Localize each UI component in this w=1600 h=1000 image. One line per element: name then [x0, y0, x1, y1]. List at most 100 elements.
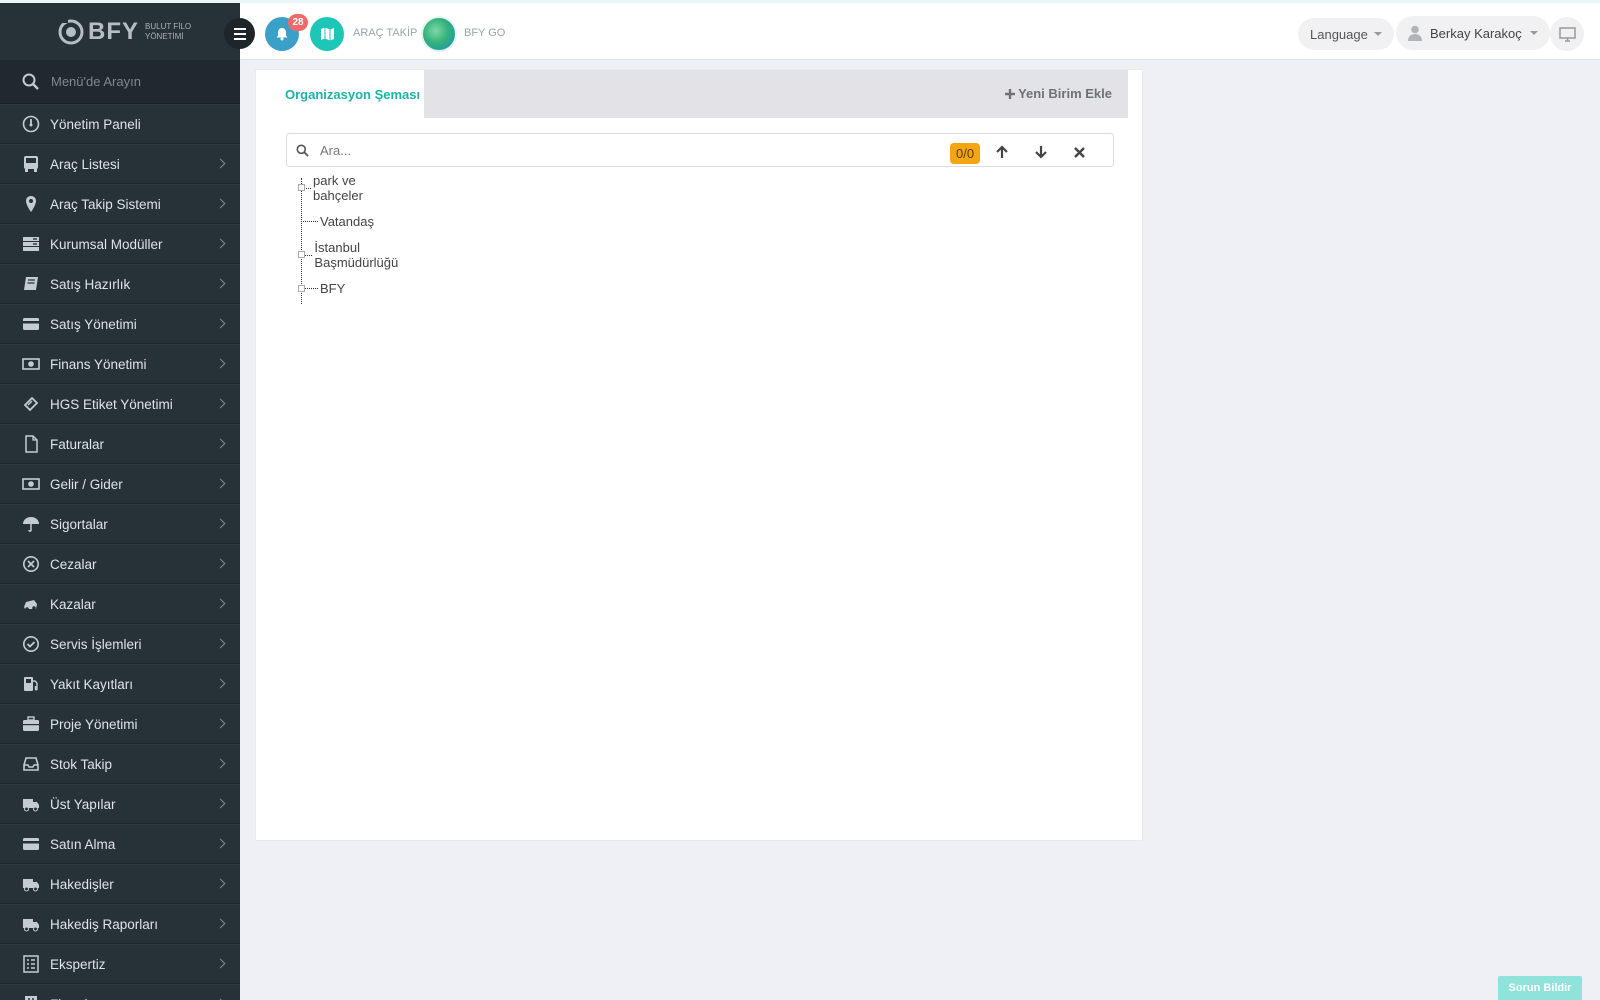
brand-logo[interactable]: BFY BULUT FİLO YÖNETİMİ [58, 17, 191, 47]
sidebar-item-faturalar[interactable]: Faturalar [0, 424, 240, 464]
brand-subtitle-line2: YÖNETİMİ [145, 32, 184, 41]
top-bar: BFY BULUT FİLO YÖNETİMİ 28 ARAÇ TAKİP BF… [0, 0, 1600, 63]
chevron-down-icon [1529, 31, 1538, 35]
chevron-right-icon [215, 318, 226, 329]
file-icon [21, 434, 41, 454]
sidebar-item-label: Faturalar [50, 436, 105, 452]
previous-match-button[interactable] [991, 141, 1013, 163]
report-issue-button[interactable]: Sorun Bildir [1498, 976, 1582, 1000]
tab-organization-chart[interactable]: Organizasyon Şeması [256, 70, 424, 118]
menu-search[interactable]: Menü'de Arayın [0, 60, 240, 104]
truck-icon [21, 914, 41, 934]
ticket-icon [21, 394, 41, 414]
vehicle-tracking-button[interactable] [310, 17, 344, 51]
sidebar-item-label: HGS Etiket Yönetimi [50, 396, 173, 412]
next-match-button[interactable] [1030, 141, 1052, 163]
sidebar-item-yakıt-kayıtları[interactable]: Yakıt Kayıtları [0, 664, 240, 704]
map-icon [320, 27, 334, 41]
fullscreen-button[interactable] [1550, 17, 1584, 51]
add-unit-label: Yeni Birim Ekle [1018, 86, 1112, 101]
sidebar: Menü'de Arayın Yönetim Paneli Araç Listes… [0, 60, 240, 1000]
chevron-right-icon [215, 198, 226, 209]
bfy-go-link[interactable]: BFY GO [464, 27, 505, 39]
expand-toggle-icon[interactable] [298, 251, 305, 258]
vehicle-tracking-link[interactable]: ARAÇ TAKİP [353, 27, 417, 39]
chevron-down-icon [1373, 32, 1382, 36]
sidebar-item-firmalar[interactable]: Firmalar [0, 984, 240, 1000]
sidebar-item-sigortalar[interactable]: Sigortalar [0, 504, 240, 544]
expand-toggle-icon[interactable] [298, 184, 305, 191]
arrow-up-icon [996, 145, 1008, 158]
server-icon [21, 234, 41, 254]
sidebar-item-kurumsal-modüller[interactable]: Kurumsal Modüller [0, 224, 240, 264]
sidebar-item-proje-yönetimi[interactable]: Proje Yönetimi [0, 704, 240, 744]
tree-node[interactable]: BFY [298, 279, 345, 299]
sidebar-item-stok-takip[interactable]: Stok Takip [0, 744, 240, 784]
add-unit-button[interactable]: Yeni Birim Ekle [1005, 86, 1112, 101]
sidebar-item-kazalar[interactable]: Kazalar [0, 584, 240, 624]
sidebar-item-araç-listesi[interactable]: Araç Listesi [0, 144, 240, 184]
sidebar-item-yönetim-paneli[interactable]: Yönetim Paneli [0, 104, 240, 144]
sidebar-item-label: Servis İşlemleri [50, 636, 142, 652]
match-count-badge: 0/0 [950, 143, 981, 164]
truck-icon [21, 794, 41, 814]
sidebar-item-label: Kurumsal Modüller [50, 236, 163, 252]
brand-subtitle-line1: BULUT FİLO [145, 22, 192, 31]
tree-branch-line [301, 221, 318, 222]
chevron-right-icon [215, 398, 226, 409]
tree-node[interactable]: Vatandaş [301, 212, 374, 232]
chevron-right-icon [215, 438, 226, 449]
sidebar-item-label: Satış Yönetimi [50, 316, 137, 332]
tree-node-label: park ve bahçeler [313, 173, 363, 203]
dashboard-icon [21, 114, 41, 134]
map-marker-icon [21, 194, 41, 214]
sidebar-item-label: Sigortalar [50, 516, 108, 532]
sidebar-item-label: Yönetim Paneli [50, 116, 141, 132]
chevron-right-icon [215, 358, 226, 369]
chevron-right-icon [215, 518, 226, 529]
sidebar-item-satış-hazırlık[interactable]: Satış Hazırlık [0, 264, 240, 304]
sidebar-item-cezalar[interactable]: Cezalar [0, 544, 240, 584]
bell-icon [276, 28, 288, 41]
sidebar-item-label: Kazalar [50, 596, 96, 612]
arrow-down-icon [1035, 146, 1047, 159]
sidebar-item-araç-takip-sistemi[interactable]: Araç Takip Sistemi [0, 184, 240, 224]
sidebar-item-label: Üst Yapılar [50, 796, 116, 812]
chevron-right-icon [215, 478, 226, 489]
clear-search-button[interactable] [1068, 141, 1090, 163]
sidebar-item-ekspertiz[interactable]: Ekspertiz [0, 944, 240, 984]
plus-icon [1005, 88, 1016, 99]
sidebar-toggle-button[interactable] [224, 18, 255, 49]
sidebar-item-hakedişler[interactable]: Hakedişler [0, 864, 240, 904]
book-icon [21, 274, 41, 294]
tree-search-box: 0/0 [286, 133, 1114, 167]
bus-icon [21, 154, 41, 174]
monitor-icon [1558, 26, 1576, 42]
sidebar-item-finans-yönetimi[interactable]: Finans Yönetimi [0, 344, 240, 384]
tree-node[interactable]: İstanbul Başmüdürlüğü [298, 240, 404, 270]
expand-toggle-icon[interactable] [298, 284, 305, 292]
sidebar-item-label: Satın Alma [50, 836, 116, 852]
chevron-right-icon [215, 878, 226, 889]
user-menu-dropdown[interactable]: Berkay Karakoç [1396, 16, 1550, 50]
sidebar-item-hakediş-raporları[interactable]: Hakediş Raporları [0, 904, 240, 944]
sidebar-item-servis-i-şlemleri[interactable]: Servis İşlemleri [0, 624, 240, 664]
chevron-right-icon [215, 678, 226, 689]
tree-search-input[interactable] [320, 142, 940, 158]
sidebar-item-satış-yönetimi[interactable]: Satış Yönetimi [0, 304, 240, 344]
chevron-right-icon [215, 918, 226, 929]
language-dropdown[interactable]: Language [1298, 18, 1394, 50]
search-icon [296, 144, 309, 157]
bfy-go-logo-icon[interactable] [421, 16, 457, 52]
brand-subtitle: BULUT FİLO YÖNETİMİ [145, 22, 191, 42]
sidebar-item-satın-alma[interactable]: Satın Alma [0, 824, 240, 864]
bfy-logo-icon [58, 19, 84, 45]
sidebar-item-gelir-gider[interactable]: Gelir / Gider [0, 464, 240, 504]
building-icon [21, 994, 41, 1000]
menu-search-placeholder: Menü'de Arayın [51, 74, 141, 89]
sidebar-item-üst-yapılar[interactable]: Üst Yapılar [0, 784, 240, 824]
language-label: Language [1310, 26, 1368, 42]
sidebar-item-label: Ekspertiz [50, 956, 106, 972]
sidebar-item-hgs-etiket-yönetimi[interactable]: HGS Etiket Yönetimi [0, 384, 240, 424]
tree-node[interactable]: park ve bahçeler [298, 173, 370, 203]
